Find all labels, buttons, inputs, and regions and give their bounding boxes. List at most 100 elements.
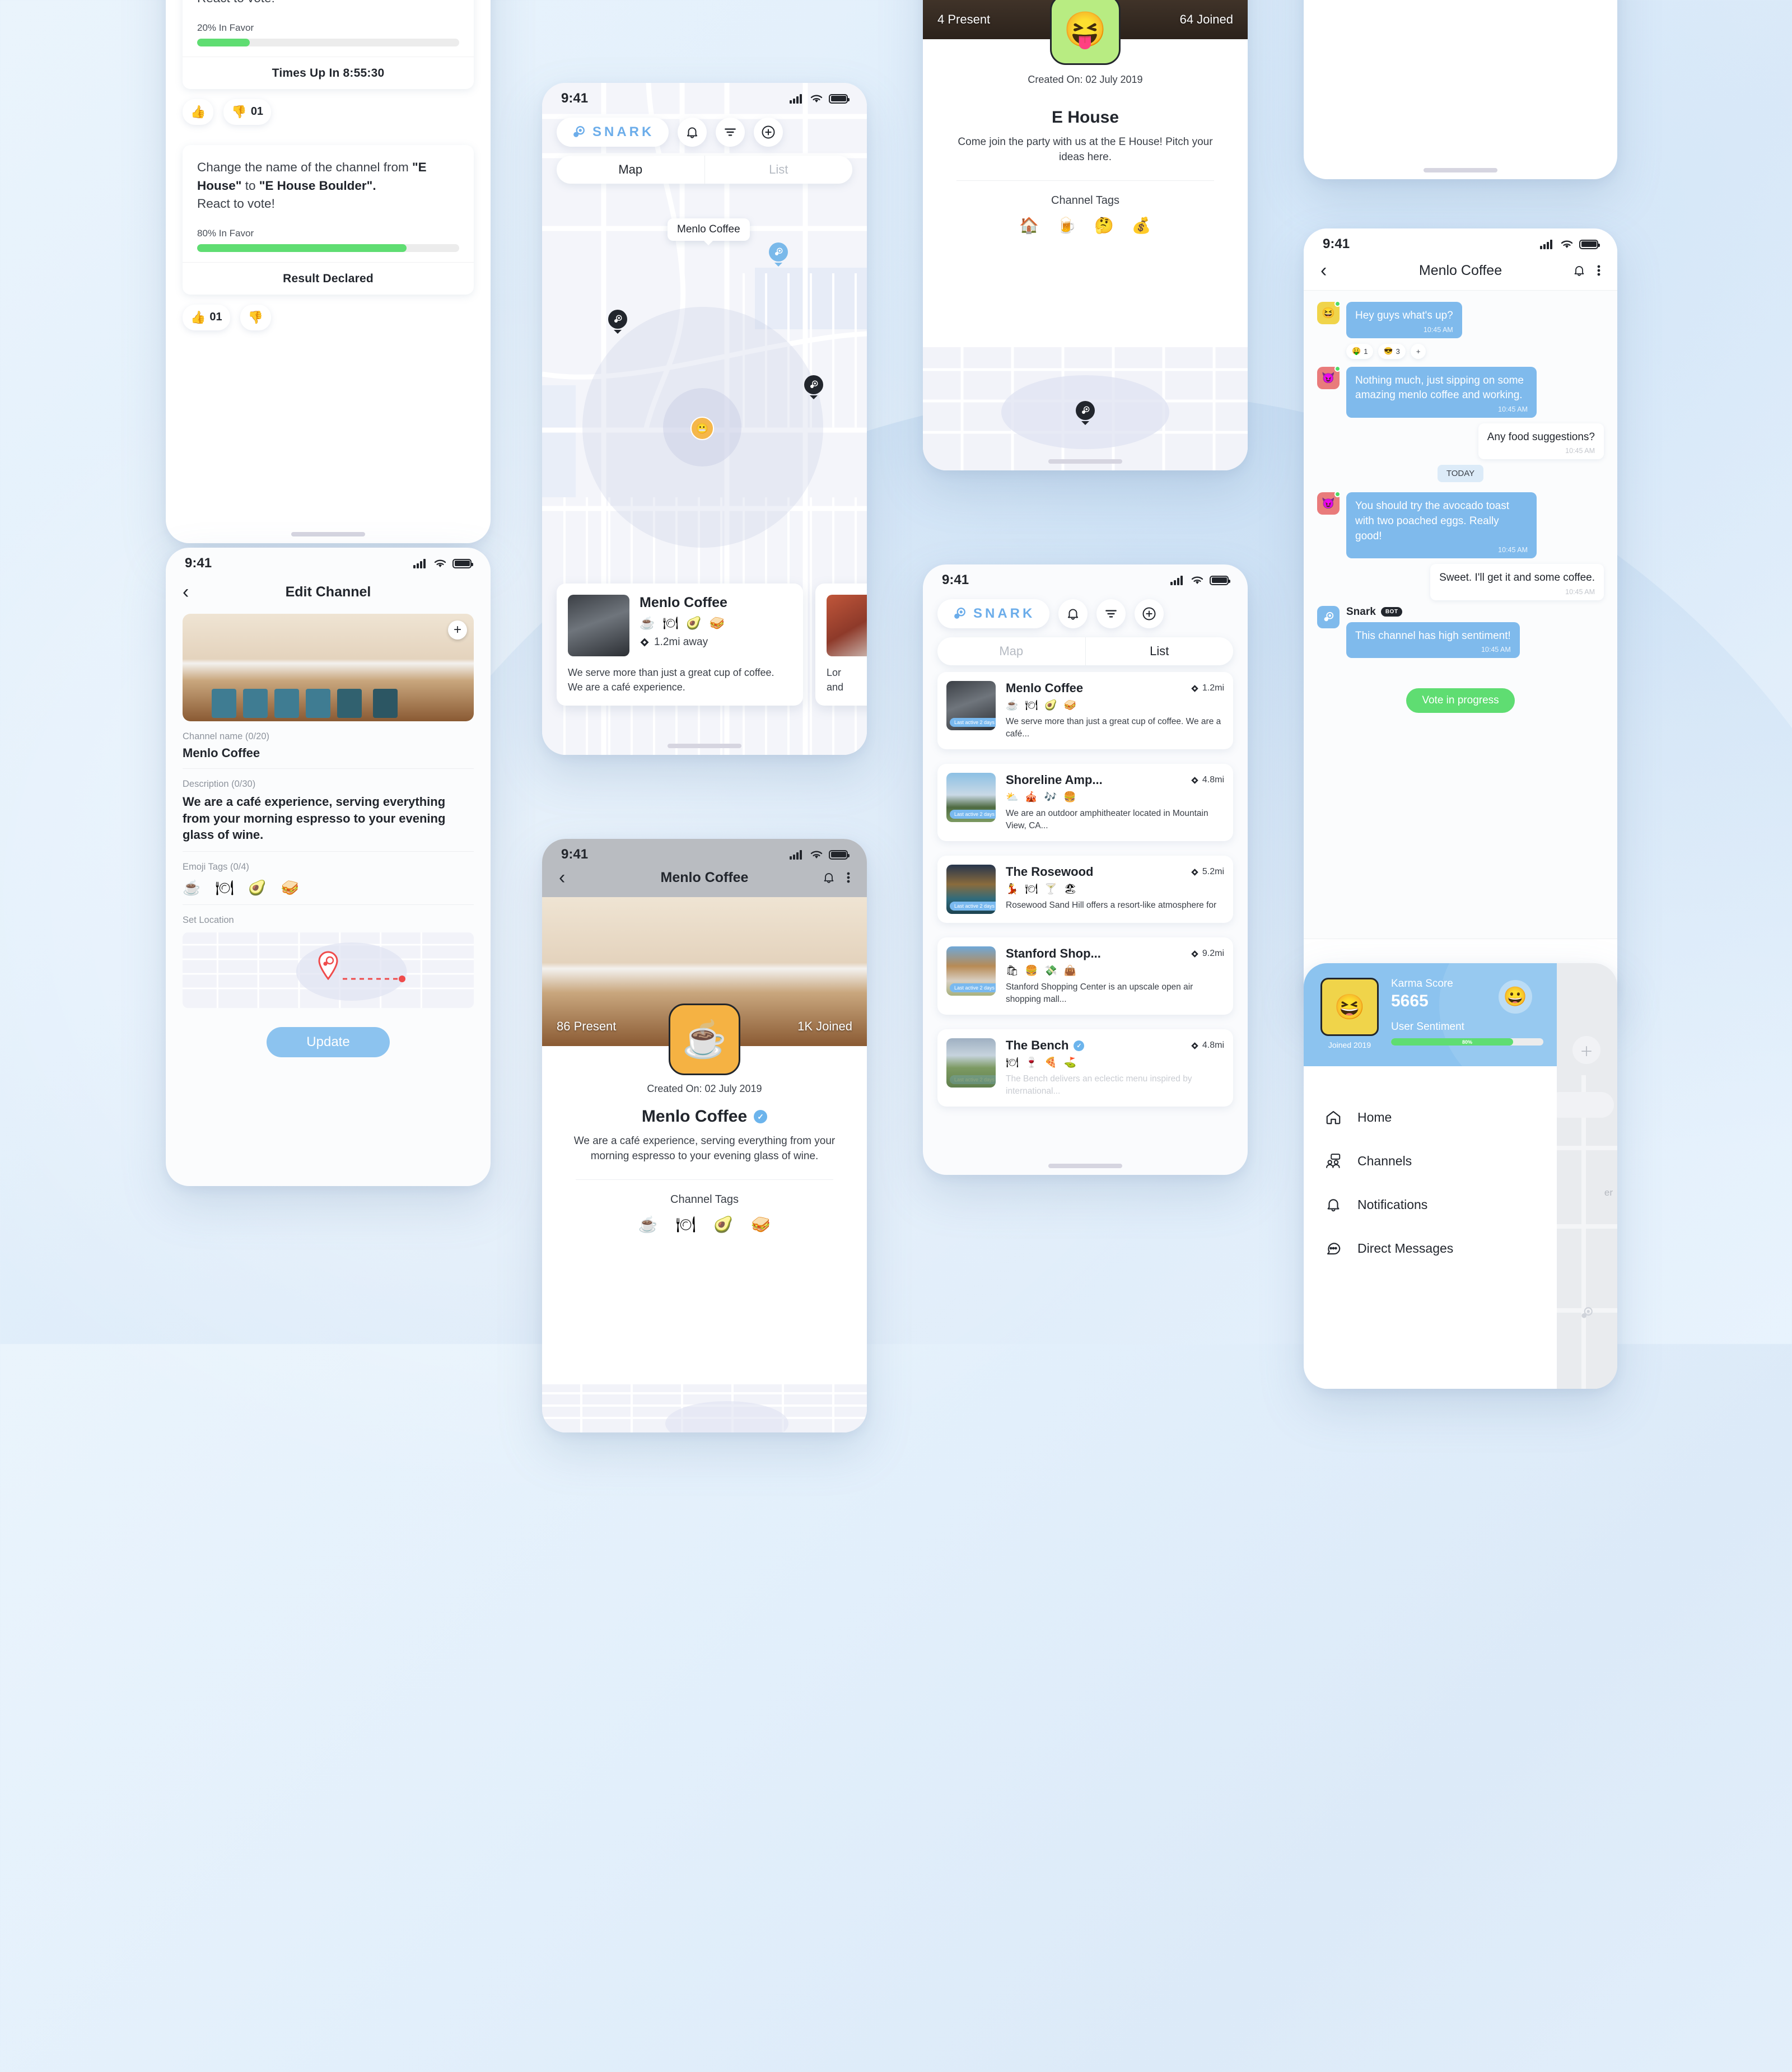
sidebar-item-channels[interactable]: Channels (1324, 1139, 1557, 1183)
reaction-chip[interactable]: 🤑 1 (1346, 343, 1374, 359)
sentiment-label: User Sentiment (1391, 1021, 1464, 1033)
filter-button[interactable] (1096, 599, 1126, 628)
brand-logo-pill[interactable]: SNARK (937, 599, 1050, 628)
map-pin-ghost (1572, 1299, 1600, 1327)
filter-button[interactable] (716, 118, 745, 147)
list-item-title-row: Shoreline Amp... 4.8mi (1006, 773, 1224, 787)
add-channel-button[interactable] (754, 118, 783, 147)
thumbs-up-button[interactable]: 👍 (183, 99, 214, 125)
card-top: Menlo Coffee ☕ 🍽 🥑 🥪 1.2mi away (568, 594, 792, 656)
location-drag-line (343, 976, 405, 982)
tab-map[interactable]: Map (557, 156, 704, 184)
bell-icon[interactable] (822, 871, 836, 884)
map-pin[interactable] (608, 310, 627, 329)
field-description[interactable]: Description (0/30) We are a café experie… (183, 769, 474, 852)
message-bubble[interactable]: Any food suggestions? 10:45 AM (1478, 423, 1604, 460)
reaction-chip[interactable]: 😎 3 (1378, 343, 1406, 359)
channel-distance: 1.2mi (1191, 683, 1224, 693)
emoji-tags-label: Emoji Tags (0/4) (183, 862, 249, 872)
sidebar-item-home[interactable]: Home (1324, 1095, 1557, 1139)
list-item[interactable]: Last active 2 days ago Shoreline Amp... … (937, 764, 1233, 841)
thumbs-down-button[interactable]: 👎 01 (223, 99, 272, 125)
tab-list[interactable]: List (704, 156, 853, 184)
list-item-title-row: Stanford Shop... 9.2mi (1006, 946, 1224, 961)
update-button[interactable]: Update (267, 1027, 390, 1058)
notifications-button[interactable] (678, 118, 707, 147)
map-tooltip[interactable]: Menlo Coffee (668, 218, 750, 241)
map-channel-card[interactable]: Menlo Coffee ☕ 🍽 🥑 🥪 1.2mi away We serve… (557, 583, 803, 706)
channel-description: Stanford Shopping Center is an upscale o… (1006, 982, 1193, 1004)
message-bubble[interactable]: You should try the avocado toast with tw… (1346, 492, 1537, 559)
add-channel-button[interactable]: ＋ (1572, 1036, 1600, 1064)
vote-in-progress-button[interactable]: Vote in progress (1406, 688, 1515, 713)
tab-map[interactable]: Map (937, 637, 1085, 665)
field-channel-name[interactable]: Channel name (0/20) Menlo Coffee (183, 721, 474, 769)
add-photo-icon[interactable]: + (448, 620, 467, 640)
field-emoji-tags[interactable]: Emoji Tags (0/4) ☕ 🍽 🥑 🥪 (183, 852, 474, 906)
set-location-label: Set Location (183, 915, 234, 926)
message-bubble[interactable]: This channel has high sentiment! 10:45 A… (1346, 622, 1520, 659)
channel-name-value: Menlo Coffee (183, 746, 260, 760)
emoji-tag[interactable]: 🍽 (215, 879, 234, 897)
thumbs-up-count: 01 (209, 311, 222, 324)
list-item[interactable]: Last active 2 days ago Menlo Coffee 1.2m… (937, 672, 1233, 749)
sidebar-item-notifications[interactable]: Notifications (1324, 1183, 1557, 1226)
avatar-emoji: 😈 (1322, 372, 1335, 384)
field-location[interactable]: Set Location (183, 905, 474, 1016)
vote-card[interactable]: Change the name of the channel from "E H… (183, 0, 474, 89)
status-bar: 9:41 (166, 548, 491, 575)
avatar[interactable]: 😆 (1320, 978, 1379, 1036)
status-time: 9:41 (561, 847, 589, 862)
screen-ehouse-detail: 4 Present 64 Joined 😝 Created On: 02 Jul… (923, 0, 1248, 470)
bell-icon[interactable] (1572, 264, 1586, 277)
add-reaction-button[interactable]: + (1410, 343, 1426, 359)
channel-distance: 9.2mi (1191, 949, 1224, 959)
home-indicator (668, 744, 741, 748)
message-bubble[interactable]: Hey guys what's up? 10:45 AM (1346, 302, 1462, 338)
more-vertical-icon[interactable] (1597, 264, 1600, 277)
notifications-button[interactable] (1058, 599, 1088, 628)
chat-messages: 😆 Hey guys what's up? 10:45 AM 🤑 1 😎 3 + 😈… (1304, 291, 1617, 713)
channel-emoji-tags: ⛅ 🎪 🎶 🍔 (1006, 791, 1224, 803)
home-indicator (1424, 168, 1497, 172)
channel-cover-photo[interactable]: + (183, 614, 474, 721)
emoji-tag[interactable]: 🥪 (281, 879, 299, 897)
emoji-tag: 🏖 (1063, 883, 1077, 894)
map-pin[interactable] (804, 375, 823, 394)
sentiment-percent: 80% (1462, 1039, 1472, 1045)
last-active-badge: Last active 2 days ago (950, 810, 996, 819)
tab-list[interactable]: List (1085, 637, 1234, 665)
emoji-tag: 🍽 (1025, 883, 1038, 894)
channel-emoji-tags: 💃 🍽 🍸 🏖 (1006, 883, 1224, 895)
wifi-icon (434, 559, 446, 567)
emoji-tag[interactable]: 🥑 (248, 879, 266, 897)
add-channel-button[interactable] (1135, 599, 1164, 628)
channel-description: Rosewood Sand Hill offers a resort-like … (1006, 900, 1217, 910)
map-pin[interactable] (1076, 401, 1095, 420)
map-pin-selected[interactable] (769, 242, 788, 262)
verified-badge-icon: ✓ (754, 1110, 768, 1123)
map-channel-card-next[interactable]: Lor and (815, 583, 867, 706)
emoji-tag: 🥑 (1044, 699, 1057, 711)
channel-location-map[interactable] (923, 347, 1248, 470)
list-item[interactable]: Last active 2 days ago The Rosewood 5.2m… (937, 856, 1233, 923)
vote-card[interactable]: Change the name of the channel from "E H… (183, 144, 474, 295)
list-item[interactable]: Last active 2 days ago Stanford Shop... … (937, 937, 1233, 1015)
thumbs-up-button[interactable]: 👍 01 (183, 304, 230, 330)
emoji-tag[interactable]: ☕ (183, 879, 200, 897)
snark-logo-icon (614, 315, 622, 323)
sidebar-item-direct-messages[interactable]: Direct Messages (1324, 1226, 1557, 1270)
bell-icon (687, 127, 698, 138)
channel-location-map[interactable] (542, 1384, 867, 1432)
message-text: This channel has high sentiment! (1355, 629, 1511, 642)
location-map[interactable] (183, 932, 474, 1009)
emoji-tag: ⛅ (1006, 791, 1019, 802)
message-bubble[interactable]: Sweet. I'll get it and some coffee. 10:4… (1430, 564, 1604, 600)
list-item[interactable]: Last active 2 days ago The Bench✓ 4.8mi … (937, 1029, 1233, 1107)
message-bubble[interactable]: Nothing much, just sipping on some amazi… (1346, 366, 1537, 418)
current-user-marker[interactable]: 😬 (690, 417, 714, 440)
bot-message-block: Snark BOT This channel has high sentimen… (1346, 606, 1520, 659)
thumbs-down-button[interactable]: 👎 (240, 304, 272, 330)
brand-logo-pill[interactable]: SNARK (557, 118, 669, 147)
more-vertical-icon[interactable] (847, 871, 850, 884)
